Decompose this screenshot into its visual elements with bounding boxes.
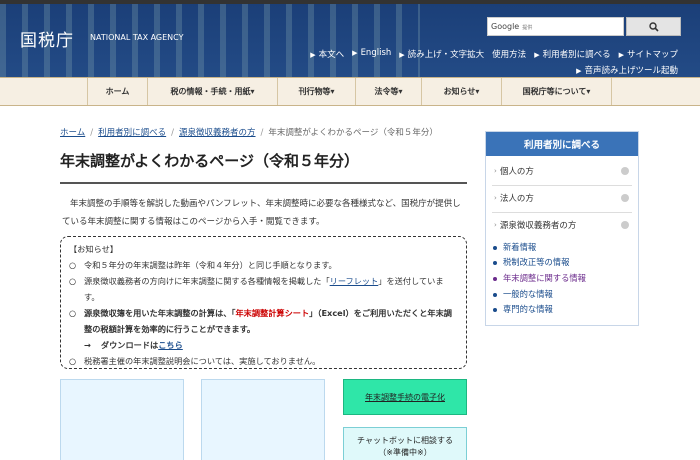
circle-icon: [621, 194, 629, 202]
breadcrumb-separator: /: [171, 128, 175, 138]
page-title: 年末調整がよくわかるページ（令和５年分）: [60, 150, 467, 184]
circle-icon: [621, 221, 629, 229]
site-header: 国税庁 NATIONAL TAX AGENCY Google 提供 ▶ 本文へ ▶ E…: [0, 4, 700, 77]
notice-item: ○ 源泉徴収簿を用いた年末調整の計算は、「年末調整計算シート」（Excel）をご利…: [69, 308, 452, 334]
google-brand-label: Google: [491, 22, 520, 31]
notice-item: ○ 税務署主催の年末調整説明会については、実施しておりません。: [69, 356, 321, 366]
util-link-skip[interactable]: ▶ 本文へ: [310, 48, 344, 60]
chatbot-status: （※準備中※）: [378, 448, 432, 457]
caret-down-icon: ▾: [250, 87, 255, 96]
notice-heading: 【お知らせ】: [69, 244, 118, 254]
sidebar-title: 利用者別に調べる: [486, 132, 638, 156]
nav-news[interactable]: お知らせ ▾: [421, 78, 501, 105]
search-provider-text: 提供: [522, 25, 533, 31]
util-link-by-user[interactable]: ▶ 利用者別に調べる: [534, 48, 610, 60]
leaflet-link[interactable]: リーフレット: [330, 276, 379, 286]
sidebar-item-withholding[interactable]: › 源泉徴収義務者の方: [486, 212, 638, 238]
sidebar-subitem-general[interactable]: 一般的な情報: [493, 288, 553, 300]
triangle-icon: ▶: [399, 51, 405, 59]
breadcrumb-current: 年末調整がよくわかるページ（令和５年分）: [268, 128, 438, 138]
utility-links: ▶ 本文へ ▶ English ▶ 読み上げ・文字拡大 使用方法 ▶ 利用者別に調べる …: [310, 48, 678, 60]
arrow-icon: →: [84, 340, 91, 350]
caret-down-icon: ▾: [330, 87, 335, 96]
intro-text: 年末調整の手順等を解説した動画やパンフレット、年末調整時に必要な各種様式など、国…: [62, 199, 461, 227]
sidebar-item-individual[interactable]: › 個人の方: [486, 158, 638, 184]
nav-about[interactable]: 国税庁等について ▾: [501, 78, 612, 105]
search-button[interactable]: [626, 17, 681, 36]
breadcrumb-separator: /: [260, 128, 264, 138]
nav-home[interactable]: ホーム: [87, 78, 147, 105]
content-tile-2[interactable]: [201, 379, 325, 460]
sidebar-item-corporate[interactable]: › 法人の方: [486, 185, 638, 211]
breadcrumb-home[interactable]: ホーム: [60, 128, 85, 138]
sidebar-subitem-year-end[interactable]: 年末調整に関する情報: [493, 272, 586, 284]
util-link-english[interactable]: ▶ English: [352, 48, 391, 60]
caret-down-icon: ▾: [398, 87, 403, 96]
sidebar-subitem-specialist[interactable]: 専門的な情報: [493, 303, 553, 315]
circle-icon: [621, 167, 629, 175]
chevron-right-icon: ›: [494, 167, 497, 175]
nav-tax-info[interactable]: 税の情報・手続・用紙 ▾: [147, 78, 277, 105]
breadcrumb-by-user[interactable]: 利用者別に調べる: [98, 128, 166, 138]
sidebar-subitem-news[interactable]: 新着情報: [493, 241, 536, 253]
util-link-readaloud[interactable]: ▶ 読み上げ・文字拡大: [399, 48, 484, 60]
chatbot-button[interactable]: チャットボットに相談する （※準備中※）: [343, 427, 467, 460]
bullet-icon: [493, 276, 497, 281]
bullet-icon: [493, 307, 497, 312]
triangle-icon: ▶: [310, 51, 316, 59]
bullet-icon: [493, 245, 497, 250]
site-logo[interactable]: 国税庁: [20, 26, 74, 51]
util-link-usage[interactable]: 使用方法: [492, 48, 526, 60]
triangle-icon: ▶: [618, 51, 624, 59]
chevron-right-icon: ›: [494, 194, 497, 202]
nav-laws[interactable]: 法令等 ▾: [355, 78, 421, 105]
chevron-right-icon: ›: [494, 221, 497, 229]
breadcrumb-withholding[interactable]: 源泉徴収義務者の方: [179, 128, 256, 138]
triangle-icon: ▶: [576, 67, 582, 75]
caret-down-icon: ▾: [586, 87, 591, 96]
bullet-icon: [493, 292, 497, 297]
util-link-sitemap[interactable]: ▶ サイトマップ: [619, 48, 678, 60]
caret-down-icon: ▾: [475, 87, 480, 96]
triangle-icon: ▶: [352, 49, 358, 57]
notice-box: 【お知らせ】 ○ 令和５年分の年末調整は昨年（令和４年分）と同じ手順となります。 …: [60, 236, 467, 369]
breadcrumb-separator: /: [90, 128, 94, 138]
triangle-icon: ▶: [534, 51, 540, 59]
notice-item: ○ 令和５年分の年末調整は昨年（令和４年分）と同じ手順となります。: [69, 260, 337, 270]
breadcrumb: ホーム / 利用者別に調べる / 源泉徴収義務者の方 / 年末調整がよくわかるページ（令和５…: [60, 126, 438, 138]
notice-item: ○ 源泉徴収義務者の方向けに年末調整に関する各種情報を掲載した「リーフレット」を送…: [69, 276, 444, 302]
sidebar-subitem-reform[interactable]: 税制改正等の情報: [493, 256, 569, 268]
download-line: → ダウンロードは こちら: [69, 337, 458, 353]
site-logo-english: NATIONAL TAX AGENCY: [90, 33, 184, 42]
search-icon: [648, 21, 659, 32]
global-nav: ホーム 税の情報・手続・用紙 ▾ 刊行物等 ▾ 法令等 ▾ お知らせ ▾ 国税庁等につい…: [0, 77, 700, 106]
calc-sheet-label: 年末調整計算シート: [235, 308, 310, 318]
search-input[interactable]: Google 提供: [487, 17, 624, 36]
content-tile-1[interactable]: [60, 379, 184, 460]
util-link-voice-tool[interactable]: ▶ 音声読み上げツール起動: [576, 64, 678, 76]
bullet-icon: [493, 260, 497, 265]
chatbot-label: チャットボットに相談する: [357, 436, 453, 445]
download-link[interactable]: こちら: [158, 337, 183, 353]
nav-publications[interactable]: 刊行物等 ▾: [277, 78, 355, 105]
e-filing-button[interactable]: 年末調整手続の電子化: [343, 379, 467, 415]
